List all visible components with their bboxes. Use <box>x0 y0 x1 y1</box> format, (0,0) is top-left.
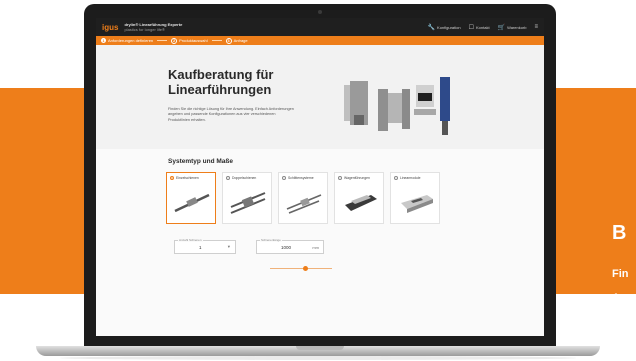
banner-title: B <box>612 222 627 244</box>
step-label: Anfrage <box>233 38 248 43</box>
carriage-guide-icon <box>345 195 377 211</box>
step-divider <box>211 40 222 41</box>
hero-section: Kaufberatung für Linearführungen Finden … <box>96 45 544 149</box>
nav-menu[interactable]: ≡ <box>534 24 538 30</box>
field-value: 1000 <box>281 245 292 250</box>
nav-contact[interactable]: ☐ Kontakt <box>469 24 490 31</box>
laptop-screen: igus drylin® Linearführung Experte plast… <box>96 18 544 336</box>
app-header: igus drylin® Linearführung Experte plast… <box>96 18 544 36</box>
slide-system-icon <box>286 194 322 214</box>
nav-label: Kontakt <box>476 24 490 30</box>
nav-label: Warenkorb <box>507 24 527 30</box>
option-card[interactable]: Schlittensysteme <box>278 172 328 224</box>
camera-icon <box>318 10 322 14</box>
option-card[interactable]: Linearmodule <box>390 172 440 224</box>
step-label: Produktauswahl <box>179 38 208 43</box>
banner-line: An <box>612 292 627 304</box>
option-label: Doppelschienen <box>232 176 257 180</box>
hero-description: Finden Sie die richtige Lösung für Ihre … <box>168 107 294 122</box>
step-divider <box>157 40 168 41</box>
radio-button[interactable] <box>338 176 342 180</box>
option-card[interactable]: Doppelschienen <box>222 172 272 224</box>
wrench-icon: 🔧 <box>427 24 436 31</box>
option-card[interactable]: Wagenführungen <box>334 172 384 224</box>
page-title: Kaufberatung für Linearführungen <box>168 67 274 97</box>
chevron-down-icon: ▾ <box>227 244 230 249</box>
step-number: 1 <box>101 38 106 43</box>
top-nav: 🔧 Konfiguration ☐ Kontakt 🛒 Warenkorb ≡ <box>428 24 538 31</box>
field-label: Anzahl Schienen <box>178 238 203 242</box>
option-label: Schlittensysteme <box>288 176 314 180</box>
radio-button[interactable] <box>394 176 398 180</box>
app-tagline: drylin® Linearführung Experte plastics f… <box>124 22 182 32</box>
field-unit: mm <box>312 245 319 250</box>
step-label: Anforderungen definieren <box>108 38 154 43</box>
banner-line: Ga <box>612 316 627 328</box>
contact-icon: ☐ <box>468 24 474 31</box>
single-rail-icon <box>174 193 210 213</box>
step-1[interactable]: 1 Anforderungen definieren <box>101 38 153 43</box>
radio-button[interactable] <box>226 176 230 180</box>
cart-icon: 🛒 <box>497 24 506 31</box>
progress-steps: 1 Anforderungen definieren 2 Produktausw… <box>96 36 544 45</box>
option-label: Linearmodule <box>400 176 421 180</box>
field-value: 1 <box>199 245 202 250</box>
option-label: Wagenführungen <box>344 176 370 180</box>
nav-cart[interactable]: 🛒 Warenkorb <box>498 24 527 31</box>
menu-icon: ≡ <box>534 24 538 30</box>
laptop-lid: igus drylin® Linearführung Experte plast… <box>84 4 556 350</box>
igus-logo[interactable]: igus <box>102 23 118 32</box>
banner-line: Fin <box>612 268 629 280</box>
rail-count-select[interactable]: Anzahl Schienen 1 ▾ <box>174 238 236 254</box>
option-card[interactable]: Einzelschienen <box>166 172 216 224</box>
laptop-shadow <box>60 356 576 360</box>
slider-handle[interactable] <box>303 266 308 271</box>
radio-button[interactable] <box>282 176 286 180</box>
step-3[interactable]: 3 Anfrage <box>225 37 248 44</box>
step-number: 3 <box>225 37 232 44</box>
section-heading: Systemtyp und Maße <box>168 158 234 165</box>
step-number: 2 <box>171 37 178 44</box>
laptop-notch <box>296 346 344 350</box>
double-rail-icon <box>230 192 266 214</box>
system-type-options: Einzelschienen Doppelschienen Schlittens… <box>166 172 440 224</box>
linear-guides-image <box>344 77 450 135</box>
linear-module-icon <box>401 195 433 213</box>
tagline-secondary: plastics for longer life® <box>124 27 165 32</box>
length-slider[interactable] <box>270 266 332 271</box>
nav-configuration[interactable]: 🔧 Konfiguration <box>428 24 461 31</box>
field-label: Schienenlänge <box>260 238 282 242</box>
rail-length-input[interactable]: Schienenlänge 1000 mm <box>256 238 324 254</box>
nav-label: Konfiguration <box>437 24 461 30</box>
dimension-fields: Anzahl Schienen 1 ▾ Schienenlänge 1000 m… <box>174 238 324 254</box>
radio-button[interactable] <box>170 176 174 180</box>
option-label: Einzelschienen <box>176 176 199 180</box>
step-2[interactable]: 2 Produktauswahl <box>171 37 208 44</box>
